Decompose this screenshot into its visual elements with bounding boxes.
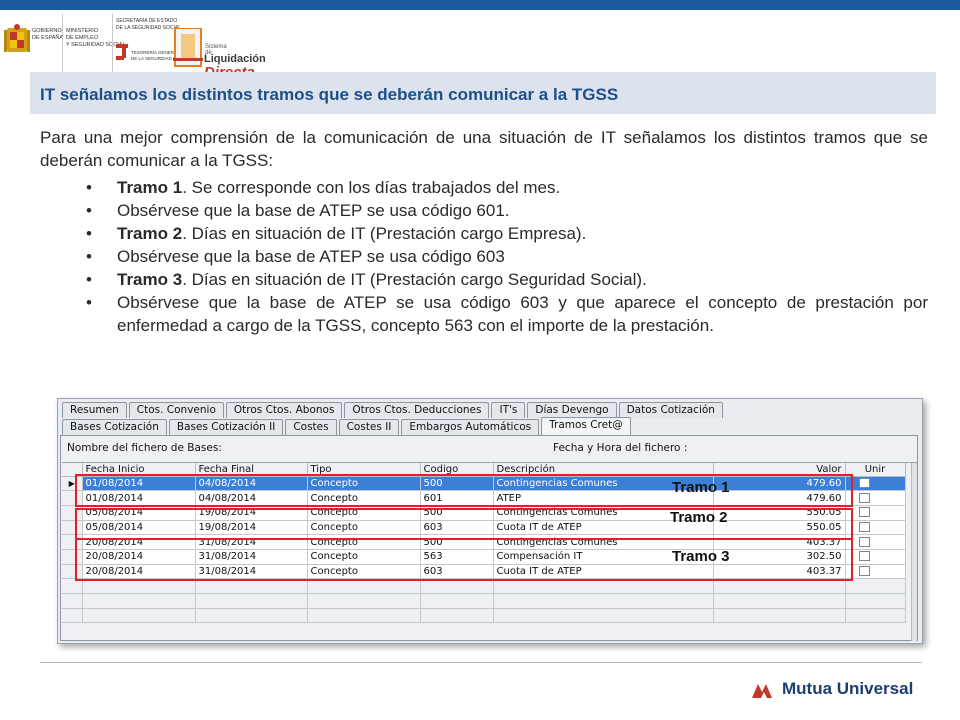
bullet-item: Tramo 1. Se corresponde con los días tra…: [86, 176, 928, 199]
tab-row-1: Resumen Ctos. Convenio Otros Ctos. Abono…: [62, 402, 725, 418]
secretaria-line-2: DE LA SEGURIDAD SOCIAL: [116, 24, 182, 31]
bullet-list: Tramo 1. Se corresponde con los días tra…: [86, 176, 928, 337]
bullet-item: Obsérvese que la base de ATEP se usa cód…: [86, 199, 928, 222]
cell-unir[interactable]: [845, 505, 906, 521]
coat-of-arms-icon: [4, 24, 30, 52]
grid-scrollbar[interactable]: [911, 463, 917, 641]
cell-unir[interactable]: [845, 549, 906, 565]
bullet-bold: Tramo 3: [117, 270, 183, 289]
file-name-label: Nombre del fichero de Bases:: [67, 442, 222, 454]
cell-unir[interactable]: [845, 520, 906, 536]
page-title: IT señalamos los distintos tramos que se…: [40, 85, 619, 104]
unir-checkbox[interactable]: [858, 536, 870, 547]
tab-bases-cotizacion[interactable]: Bases Cotización: [62, 419, 167, 435]
bullet-text: Obsérvese que la base de ATEP se usa cód…: [117, 247, 505, 266]
unir-checkbox[interactable]: [858, 551, 870, 562]
empty-row: [62, 608, 906, 624]
tramo-2-label: Tramo 2: [670, 509, 728, 526]
intro-paragraph: Para una mejor comprensión de la comunic…: [40, 128, 928, 170]
tab-costes[interactable]: Costes: [285, 419, 337, 435]
bullet-item: Obsérvese que la base de ATEP se usa cód…: [86, 245, 928, 268]
header-logos: GOBIERNO DE ESPAÑA MINISTERIO DE EMPLEO …: [0, 14, 266, 81]
unir-checkbox[interactable]: [858, 521, 870, 532]
empty-row: [62, 578, 906, 594]
bullet-text: Obsérvese que la base de ATEP se usa cód…: [117, 201, 510, 220]
bullet-item: Tramo 3. Días en situación de IT (Presta…: [86, 268, 928, 291]
tab-datos-cotizacion[interactable]: Datos Cotización: [618, 402, 723, 418]
tab-otros-ctos-abonos[interactable]: Otros Ctos. Abonos: [225, 402, 343, 418]
secretaria-text: SECRETARÍA DE ESTADO DE LA SEGURIDAD SOC…: [116, 18, 181, 31]
tramo-3-label: Tramo 3: [672, 548, 730, 565]
cell-unir[interactable]: [845, 490, 906, 506]
bullet-text: . Días en situación de IT (Prestación ca…: [182, 224, 587, 243]
divider: [112, 14, 113, 74]
tab-row-2: Bases Cotización Bases Cotización II Cos…: [62, 417, 633, 435]
tab-costes-ii[interactable]: Costes II: [338, 419, 400, 435]
bullet-bold: Tramo 2: [117, 224, 183, 243]
file-date-label: Fecha y Hora del fichero :: [553, 442, 688, 454]
footer-brand: Mutua Universal: [782, 679, 914, 698]
unir-checkbox[interactable]: [858, 565, 870, 576]
bullet-text: Obsérvese que la base de ATEP se usa cód…: [117, 293, 928, 335]
mutua-logo-icon: [752, 684, 772, 698]
tgss-logo-icon: [116, 44, 128, 60]
tramo-1-highlight: [75, 474, 853, 507]
empty-row: [62, 593, 906, 609]
app-window-screenshot: Resumen Ctos. Convenio Otros Ctos. Abono…: [57, 398, 923, 644]
top-bar: [0, 0, 960, 10]
ministerio-line-2: DE EMPLEO: [66, 35, 99, 41]
cell-unir[interactable]: [845, 476, 906, 492]
gob-line-2: DE ESPAÑA: [32, 35, 64, 41]
tab-bases-cotizacion-ii[interactable]: Bases Cotización II: [168, 419, 284, 435]
cell-unir[interactable]: [845, 534, 906, 550]
bullet-text: . Días en situación de IT (Prestación ca…: [182, 270, 647, 289]
col-unir[interactable]: Unir: [845, 463, 906, 477]
bullet-text: . Se corresponde con los días trabajados…: [182, 178, 561, 197]
cell-unir[interactable]: [845, 564, 906, 580]
bullet-item: Tramo 2. Días en situación de IT (Presta…: [86, 222, 928, 245]
secretaria-line-1: SECRETARÍA DE ESTADO: [116, 18, 178, 24]
tab-ctos-convenio[interactable]: Ctos. Convenio: [128, 402, 224, 418]
tab-tramos-creta[interactable]: Tramos Cret@: [541, 417, 631, 435]
tab-otros-ctos-deducciones[interactable]: Otros Ctos. Deducciones: [344, 402, 490, 418]
gob-espana-text: GOBIERNO DE ESPAÑA: [32, 28, 63, 42]
footer-divider: [40, 662, 922, 663]
unir-checkbox[interactable]: [858, 477, 870, 488]
title-band: IT señalamos los distintos tramos que se…: [30, 72, 936, 114]
divider: [62, 14, 63, 74]
tab-dias-devengo[interactable]: Días Devengo: [527, 402, 617, 418]
bullet-bold: Tramo 1: [117, 178, 183, 197]
tab-embargos-automaticos[interactable]: Embargos Automáticos: [401, 419, 540, 435]
tab-its[interactable]: IT's: [491, 402, 526, 418]
tab-resumen[interactable]: Resumen: [62, 402, 127, 418]
bullet-item: Obsérvese que la base de ATEP se usa cód…: [86, 291, 928, 337]
tramo-1-label: Tramo 1: [672, 479, 730, 496]
unir-checkbox[interactable]: [858, 507, 870, 518]
gob-line-1: GOBIERNO: [32, 28, 62, 34]
tramo-2-highlight: [75, 508, 853, 540]
unir-checkbox[interactable]: [858, 492, 870, 503]
tramo-3-highlight: [75, 538, 853, 581]
